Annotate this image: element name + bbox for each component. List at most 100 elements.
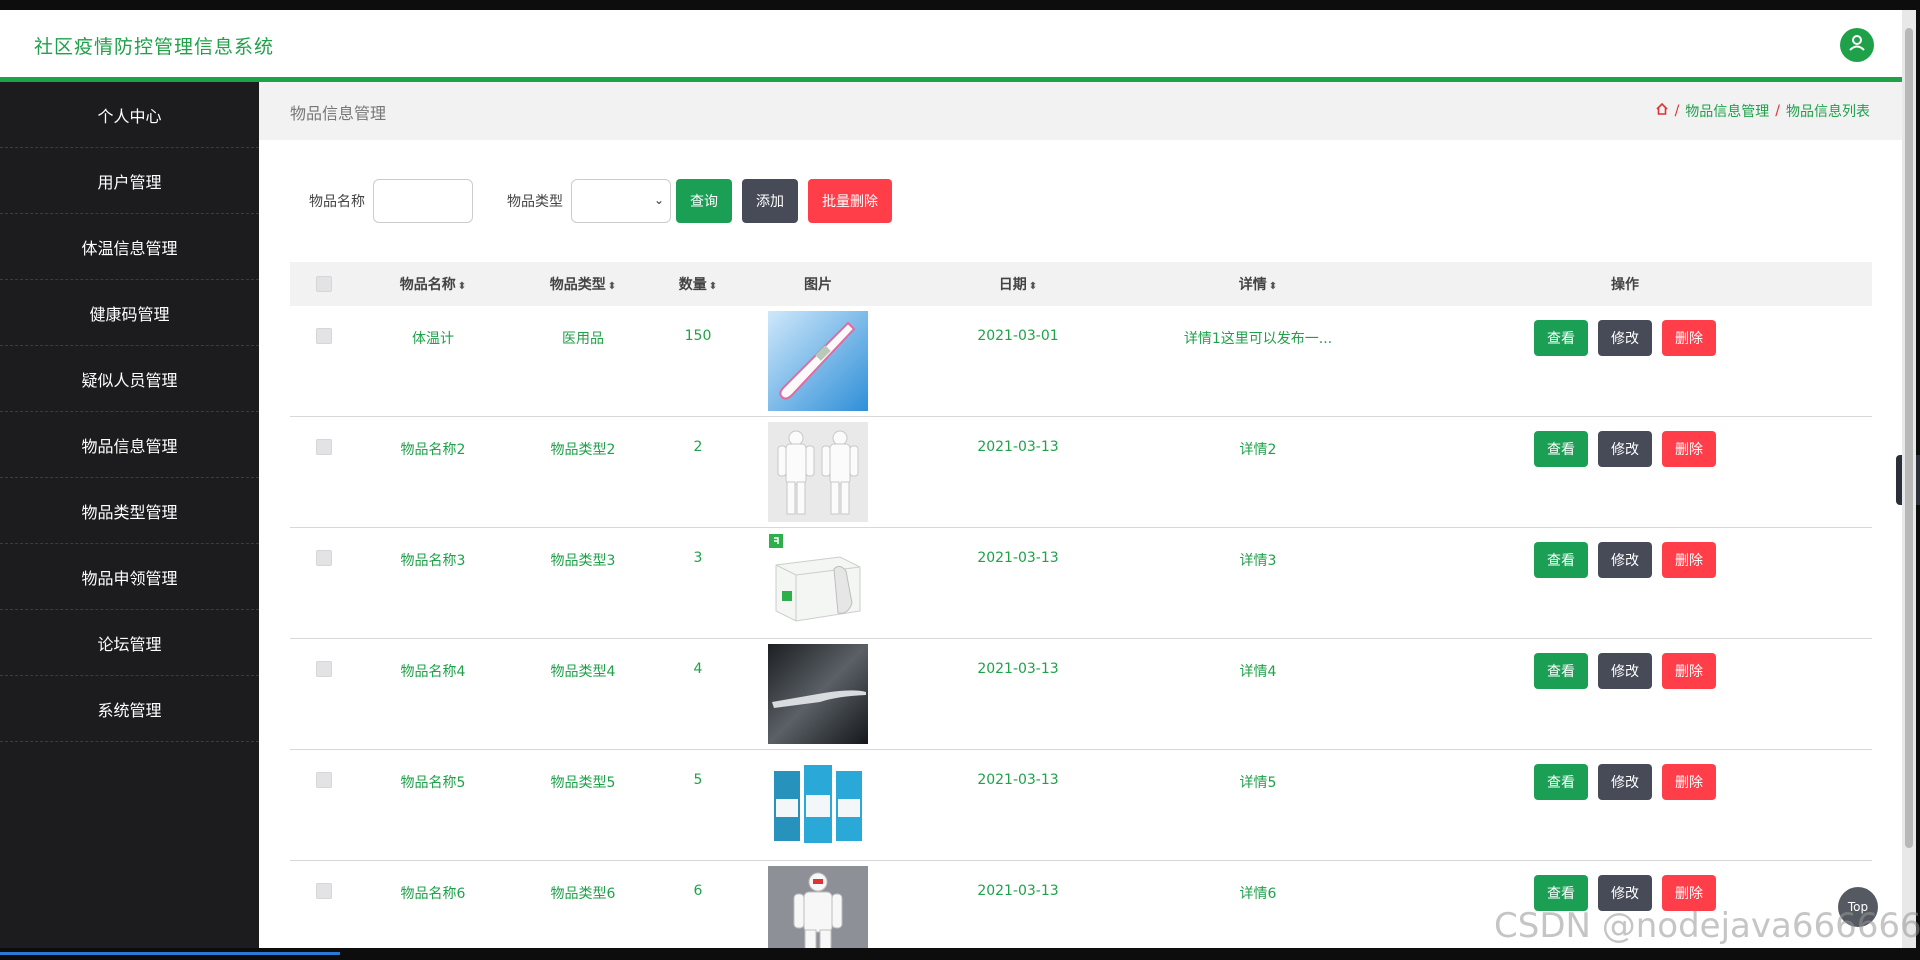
view-button[interactable]: 查看 <box>1534 320 1588 356</box>
column-header-name[interactable]: 物品名称 ⬍ <box>358 274 508 294</box>
sidebar-item-forum[interactable]: 论坛管理 <box>0 610 259 676</box>
delete-button[interactable]: 删除 <box>1662 542 1716 578</box>
chevron-down-icon: ⌄ <box>653 193 664 207</box>
select-all-checkbox[interactable] <box>316 276 332 292</box>
delete-button[interactable]: 删除 <box>1662 764 1716 800</box>
masks-image <box>768 755 868 855</box>
cell-date: 2021-03-13 <box>977 550 1059 566</box>
view-button[interactable]: 查看 <box>1534 431 1588 467</box>
cell-qty: 6 <box>693 883 703 899</box>
row-checkbox[interactable] <box>316 328 332 344</box>
row-checkbox[interactable] <box>316 772 332 788</box>
name-filter-input[interactable] <box>373 179 473 223</box>
sidebar-item-goods-info[interactable]: 物品信息管理 <box>0 412 259 478</box>
scalpel-image <box>768 644 868 744</box>
sidebar-item-personal-center[interactable]: 个人中心 <box>0 82 259 148</box>
column-header-type[interactable]: 物品类型 ⬍ <box>508 274 658 294</box>
column-header-qty[interactable]: 数量 ⬍ <box>658 274 738 294</box>
cell-detail: 详情2 <box>1239 442 1277 458</box>
sort-icon: ⬍ <box>607 281 617 292</box>
breadcrumb-separator: / <box>1775 103 1780 119</box>
coverall-image <box>768 866 868 948</box>
user-icon <box>1848 34 1866 56</box>
cell-detail: 详情6 <box>1239 886 1277 902</box>
sidebar-item-goods-claim[interactable]: 物品申领管理 <box>0 544 259 610</box>
cell-date: 2021-03-13 <box>977 883 1059 899</box>
sidebar: 个人中心 用户管理 体温信息管理 健康码管理 疑似人员管理 物品信息管理 物品类… <box>0 82 259 948</box>
column-header-image: 图片 <box>804 277 832 293</box>
cell-detail: 详情3 <box>1239 553 1277 569</box>
batch-delete-button[interactable]: 批量删除 <box>808 179 892 223</box>
add-button[interactable]: 添加 <box>742 179 798 223</box>
user-avatar[interactable] <box>1840 28 1874 62</box>
type-filter-select[interactable]: ⌄ <box>571 179 671 223</box>
gloves-box-image <box>768 533 868 633</box>
table-row: 物品名称5 物品类型5 5 2021-03-13 详情5 查看 修改 删除 <box>290 750 1872 861</box>
cell-type: 物品类型5 <box>550 775 616 791</box>
row-actions: 查看 修改 删除 <box>1378 861 1872 911</box>
cell-name: 物品名称2 <box>400 442 466 458</box>
breadcrumb-item-goods-list: 物品信息列表 <box>1786 104 1870 120</box>
edit-button[interactable]: 修改 <box>1598 542 1652 578</box>
delete-button[interactable]: 删除 <box>1662 653 1716 689</box>
sidebar-item-system[interactable]: 系统管理 <box>0 676 259 742</box>
video-progress-bar[interactable] <box>0 952 340 955</box>
top-bar: 社区疫情防控管理信息系统 <box>0 10 1902 82</box>
cell-qty: 4 <box>693 661 703 677</box>
view-button[interactable]: 查看 <box>1534 653 1588 689</box>
cell-qty: 5 <box>693 772 703 788</box>
sidebar-item-suspected-persons[interactable]: 疑似人员管理 <box>0 346 259 412</box>
sort-icon: ⬍ <box>708 281 718 292</box>
view-button[interactable]: 查看 <box>1534 764 1588 800</box>
row-checkbox[interactable] <box>316 439 332 455</box>
cell-date: 2021-03-13 <box>977 439 1059 455</box>
cell-name: 物品名称3 <box>400 553 466 569</box>
sort-icon: ⬍ <box>1028 281 1038 292</box>
row-checkbox[interactable] <box>316 883 332 899</box>
cell-name: 物品名称4 <box>400 664 466 680</box>
sort-icon: ⬍ <box>1268 281 1278 292</box>
protective-suit-image <box>768 422 868 522</box>
row-actions: 查看 修改 删除 <box>1378 306 1872 356</box>
edit-button[interactable]: 修改 <box>1598 764 1652 800</box>
cell-date: 2021-03-13 <box>977 772 1059 788</box>
edit-button[interactable]: 修改 <box>1598 320 1652 356</box>
sidebar-item-goods-type[interactable]: 物品类型管理 <box>0 478 259 544</box>
breadcrumb-item-goods-info[interactable]: 物品信息管理 <box>1685 101 1769 121</box>
cell-type: 医用品 <box>562 331 604 347</box>
column-header-date[interactable]: 日期 ⬍ <box>898 274 1138 294</box>
cell-name: 物品名称5 <box>400 775 466 791</box>
home-icon[interactable] <box>1655 102 1669 120</box>
row-checkbox[interactable] <box>316 661 332 677</box>
name-filter-label: 物品名称 <box>309 194 365 210</box>
table-row: 物品名称2 物品类型2 2 2021-03-13 详情2 查看 修改 删除 <box>290 417 1872 528</box>
page-scrollbar[interactable] <box>1902 10 1916 948</box>
cell-qty: 2 <box>693 439 703 455</box>
table-header: 物品名称 ⬍ 物品类型 ⬍ 数量 ⬍ 图片 日期 ⬍ 详情 ⬍ 操作 <box>290 262 1872 306</box>
search-button[interactable]: 查询 <box>676 179 732 223</box>
sidebar-item-health-code[interactable]: 健康码管理 <box>0 280 259 346</box>
row-actions: 查看 修改 删除 <box>1378 528 1872 578</box>
sidebar-item-temperature[interactable]: 体温信息管理 <box>0 214 259 280</box>
cell-date: 2021-03-13 <box>977 661 1059 677</box>
cell-type: 物品类型4 <box>550 664 616 680</box>
page-header: 物品信息管理 / 物品信息管理 / 物品信息列表 <box>259 82 1902 140</box>
sidebar-item-user-management[interactable]: 用户管理 <box>0 148 259 214</box>
edit-button[interactable]: 修改 <box>1598 653 1652 689</box>
table-row: 物品名称3 物品类型3 3 2021-03-13 详情3 查看 修改 删除 <box>290 528 1872 639</box>
column-header-detail[interactable]: 详情 ⬍ <box>1138 274 1378 294</box>
breadcrumb-separator: / <box>1674 103 1680 119</box>
scrollbar-thumb[interactable] <box>1905 28 1913 848</box>
delete-button[interactable]: 删除 <box>1662 431 1716 467</box>
edit-button[interactable]: 修改 <box>1598 431 1652 467</box>
view-button[interactable]: 查看 <box>1534 542 1588 578</box>
watermark: CSDN @nodejava666666 <box>1494 906 1920 946</box>
row-checkbox[interactable] <box>316 550 332 566</box>
cell-date: 2021-03-01 <box>977 328 1059 344</box>
table-row: 体温计 医用品 150 2021-03-01 详情1这里可以发布一... 查看 … <box>290 306 1872 417</box>
cell-type: 物品类型3 <box>550 553 616 569</box>
select-all-checkbox-cell <box>290 276 358 292</box>
thermometer-image <box>768 311 868 411</box>
cell-name: 体温计 <box>412 331 454 347</box>
delete-button[interactable]: 删除 <box>1662 320 1716 356</box>
